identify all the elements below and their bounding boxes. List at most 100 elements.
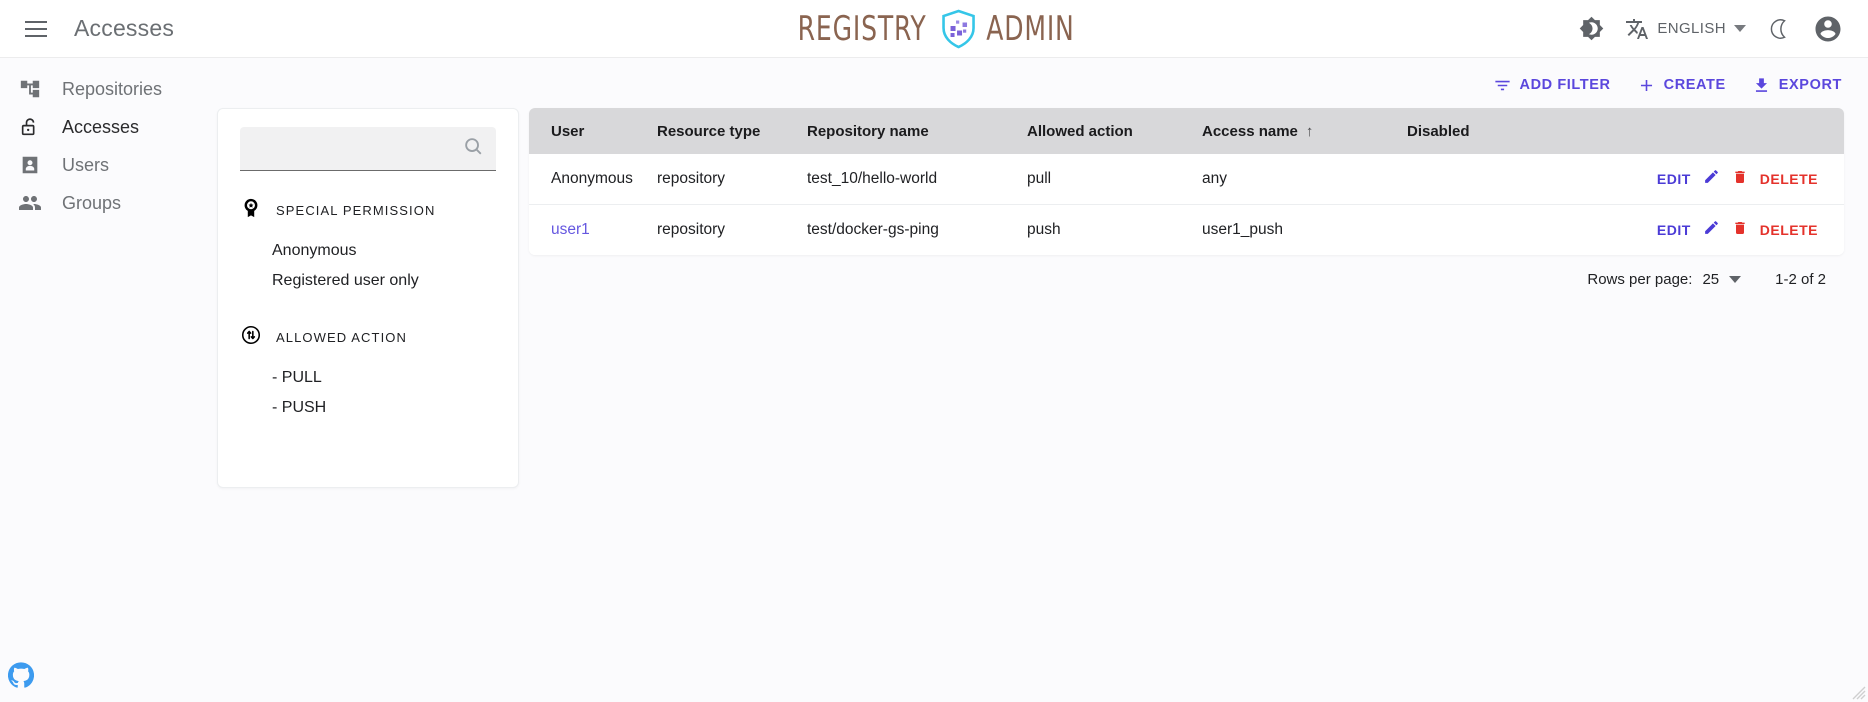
swap-vert-circle-icon [240, 324, 262, 351]
rows-per-page-label: Rows per page: [1587, 271, 1693, 288]
rows-per-page: Rows per page: 25 [1587, 271, 1742, 288]
cell-user: Anonymous [529, 154, 657, 205]
account-circle-icon[interactable] [1806, 7, 1850, 51]
sidebar: Repositories Accesses Users Groups [0, 58, 216, 702]
filter-search-box[interactable] [240, 127, 496, 171]
pagination: Rows per page: 25 1-2 of 2 [529, 255, 1844, 288]
filter-panel: SPECIAL PERMISSION Anonymous Registered … [217, 108, 519, 488]
sidebar-item-accesses[interactable]: Accesses [0, 108, 216, 146]
cell-resource-type: repository [657, 154, 807, 205]
column-header-user[interactable]: User [529, 108, 657, 154]
person-box-icon [18, 153, 42, 177]
page-body: Repositories Accesses Users Groups ADD F… [0, 58, 1868, 702]
sidebar-item-users[interactable]: Users [0, 146, 216, 184]
content-toolbar: ADD FILTER CREATE EXPORT [216, 58, 1868, 100]
row-actions: EDIT DELETE [1407, 219, 1834, 241]
cell-repository-name: test/docker-gs-ping [807, 204, 1027, 255]
search-input[interactable] [252, 140, 462, 157]
filter-group-title: ALLOWED ACTION [276, 330, 407, 345]
table-container: User Resource type Repository name Allow… [529, 108, 1868, 488]
download-icon [1755, 77, 1767, 92]
rows-per-page-select[interactable]: 25 [1702, 271, 1742, 288]
column-header-repository-name[interactable]: Repository name [807, 108, 1027, 154]
sidebar-item-groups[interactable]: Groups [0, 184, 216, 222]
crescent-moon-icon[interactable] [1758, 7, 1802, 51]
pagination-range: 1-2 of 2 [1775, 271, 1826, 288]
accesses-table: User Resource type Repository name Allow… [529, 108, 1844, 255]
content-row: SPECIAL PERMISSION Anonymous Registered … [216, 108, 1868, 488]
table-head: User Resource type Repository name Allow… [529, 108, 1844, 154]
filter-group-title: SPECIAL PERMISSION [276, 203, 436, 218]
add-filter-label: ADD FILTER [1519, 77, 1611, 93]
app-header: Accesses REGISTRY ADMIN ENGLISH [0, 0, 1868, 58]
account-tree-icon [18, 77, 42, 101]
cell-access-name: user1_push [1202, 204, 1407, 255]
cell-disabled-and-actions: EDIT DELETE [1407, 204, 1844, 255]
sidebar-item-repositories[interactable]: Repositories [0, 70, 216, 108]
filter-item-pull[interactable]: - PULL [240, 363, 496, 393]
shield-registry-icon [942, 9, 975, 48]
resize-grip-icon[interactable] [1848, 682, 1866, 700]
sidebar-item-label: Groups [62, 192, 122, 213]
delete-button[interactable]: DELETE [1760, 222, 1818, 238]
create-button[interactable]: CREATE [1637, 76, 1726, 95]
column-header-access-name-label: Access name [1202, 122, 1298, 140]
lock-open-icon [18, 115, 42, 139]
sidebar-item-label: Accesses [62, 116, 140, 137]
pencil-icon[interactable] [1703, 219, 1720, 241]
brightness-contrast-icon[interactable] [1569, 7, 1613, 51]
github-icon[interactable] [7, 662, 35, 688]
create-label: CREATE [1663, 77, 1726, 93]
filter-group-spacer [240, 296, 496, 314]
cell-resource-type: repository [657, 204, 807, 255]
export-button[interactable]: EXPORT [1752, 76, 1842, 95]
export-label: EXPORT [1778, 77, 1842, 93]
table-header-row: User Resource type Repository name Allow… [529, 108, 1844, 154]
column-header-access-name[interactable]: Access name ↑ [1202, 108, 1407, 154]
filter-list-icon [1494, 80, 1510, 90]
sidebar-item-label: Users [62, 154, 110, 175]
logo-text-admin: ADMIN [986, 8, 1075, 49]
cell-access-name: any [1202, 154, 1407, 205]
logo-text-registry: REGISTRY [797, 8, 927, 49]
filter-item-registered-user-only[interactable]: Registered user only [240, 266, 496, 296]
add-filter-button[interactable]: ADD FILTER [1493, 76, 1611, 95]
language-selector[interactable]: ENGLISH [1617, 11, 1754, 47]
table-row[interactable]: Anonymous repository test_10/hello-world… [529, 154, 1844, 205]
cell-user: user1 [529, 204, 657, 255]
arrow-up-icon: ↑ [1305, 122, 1314, 140]
filter-group-special-permission: SPECIAL PERMISSION [240, 197, 496, 224]
pencil-icon[interactable] [1703, 168, 1720, 190]
trash-icon[interactable] [1732, 220, 1748, 241]
trash-icon[interactable] [1732, 169, 1748, 190]
row-actions: EDIT DELETE [1407, 168, 1834, 190]
plus-icon [1640, 79, 1652, 91]
translate-icon [1626, 18, 1649, 39]
cell-repository-name: test_10/hello-world [807, 154, 1027, 205]
search-icon[interactable] [462, 135, 484, 162]
edit-button[interactable]: EDIT [1657, 222, 1691, 238]
people-icon [18, 191, 42, 215]
table-row[interactable]: user1 repository test/docker-gs-ping pus… [529, 204, 1844, 255]
app-logo: REGISTRY ADMIN [784, 9, 1085, 49]
header-actions: ENGLISH [1569, 7, 1868, 51]
rows-per-page-value: 25 [1702, 271, 1720, 288]
column-header-resource-type[interactable]: Resource type [657, 108, 807, 154]
chevron-down-icon [1734, 25, 1746, 32]
page-title: Accesses [74, 15, 175, 41]
column-header-disabled[interactable]: Disabled [1407, 108, 1844, 154]
table-body: Anonymous repository test_10/hello-world… [529, 154, 1844, 255]
filter-item-anonymous[interactable]: Anonymous [240, 236, 496, 266]
hamburger-menu-icon[interactable] [12, 5, 60, 53]
column-header-allowed-action[interactable]: Allowed action [1027, 108, 1202, 154]
edit-button[interactable]: EDIT [1657, 171, 1691, 187]
filter-item-push[interactable]: - PUSH [240, 393, 496, 423]
chevron-down-icon [1729, 276, 1742, 283]
filter-group-allowed-action: ALLOWED ACTION [240, 324, 496, 351]
user-link[interactable]: user1 [551, 221, 590, 238]
sidebar-item-label: Repositories [62, 78, 163, 99]
badge-star-icon [240, 197, 262, 224]
main-content: ADD FILTER CREATE EXPORT SPECIAL PERMISS… [216, 58, 1868, 702]
delete-button[interactable]: DELETE [1760, 171, 1818, 187]
cell-disabled-and-actions: EDIT DELETE [1407, 154, 1844, 205]
